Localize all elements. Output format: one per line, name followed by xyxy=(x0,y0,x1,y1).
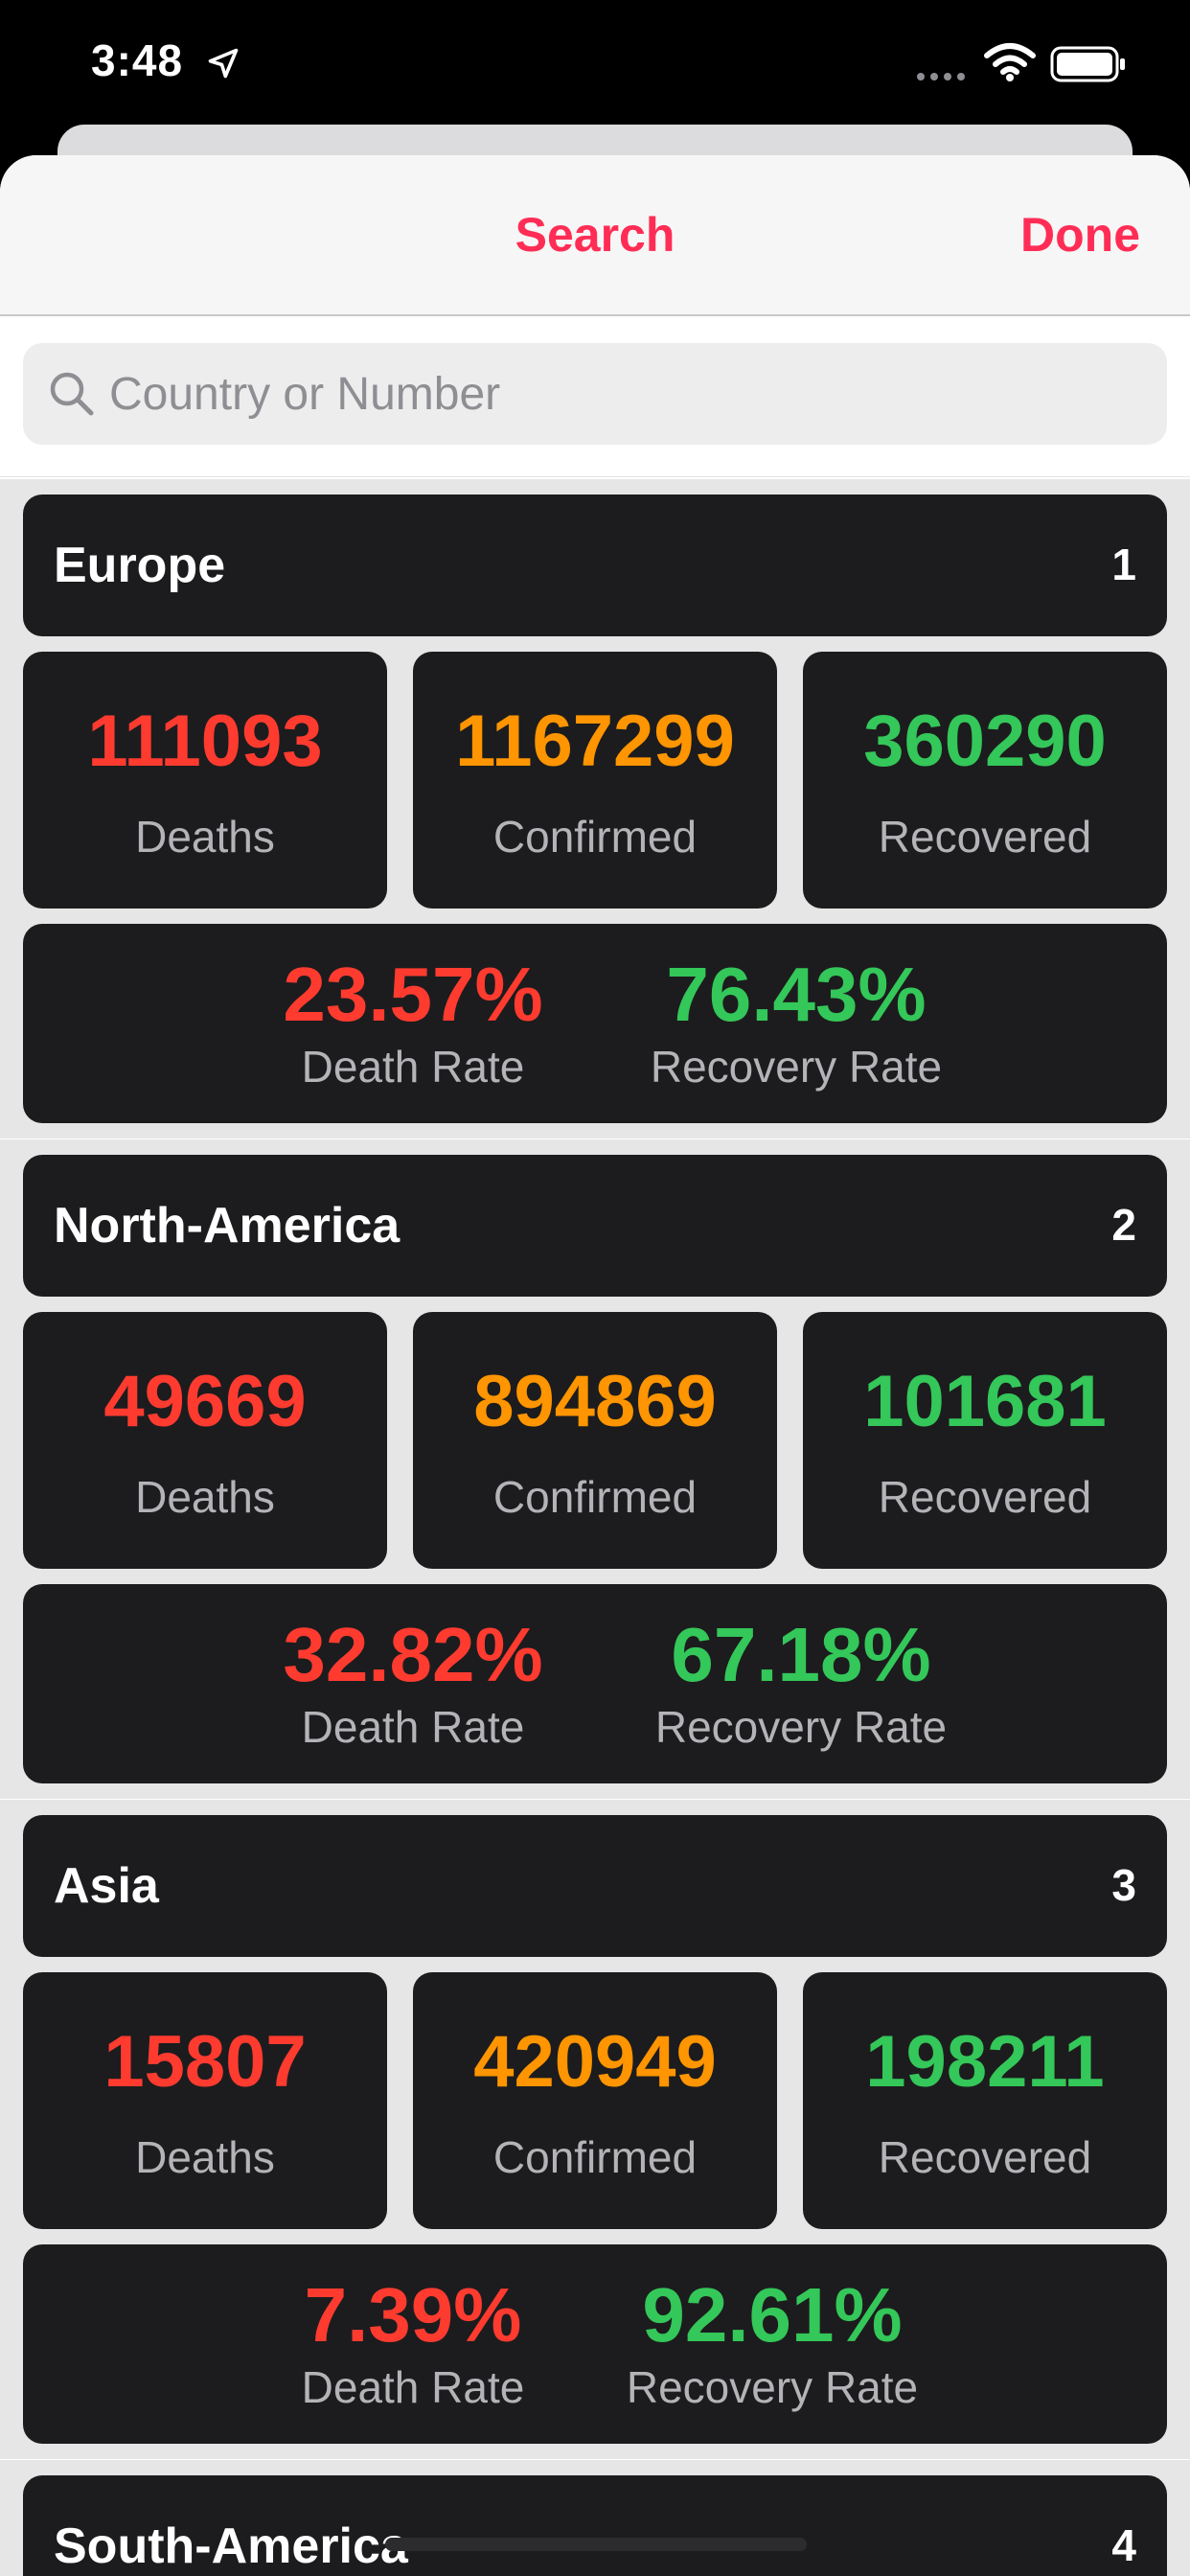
death-rate-label: Death Rate xyxy=(301,2362,525,2412)
rates-card: 32.82% Death Rate 67.18% Recovery Rate xyxy=(23,1584,1167,1783)
region-section-north-america: North-America 2 49669 Deaths 894869 Conf… xyxy=(0,1139,1190,1799)
cellular-signal-icon xyxy=(917,73,965,80)
rates-card: 7.39% Death Rate 92.61% Recovery Rate xyxy=(23,2244,1167,2444)
region-header[interactable]: South-America 4 xyxy=(23,2475,1167,2576)
death-rate-label: Death Rate xyxy=(301,1042,525,1092)
recovery-rate-block: 67.18% Recovery Rate xyxy=(624,1613,978,1753)
recovery-rate-label: Recovery Rate xyxy=(650,1042,943,1092)
battery-icon xyxy=(1050,46,1125,82)
recovered-label: Recovered xyxy=(878,1472,1092,1522)
home-indicator[interactable] xyxy=(385,2538,807,2551)
rates-card: 23.57% Death Rate 76.43% Recovery Rate xyxy=(23,924,1167,1123)
death-rate-label: Death Rate xyxy=(301,1702,525,1752)
region-header[interactable]: Europe 1 xyxy=(23,494,1167,636)
region-header[interactable]: Asia 3 xyxy=(23,1815,1167,1957)
deaths-card: 111093 Deaths xyxy=(23,652,387,908)
deaths-value: 15807 xyxy=(103,2021,307,2103)
recovery-rate-value: 76.43% xyxy=(666,952,927,1037)
nav-title: Search xyxy=(515,208,675,262)
confirmed-label: Confirmed xyxy=(492,1472,698,1522)
nav-bar: Search Done xyxy=(0,155,1190,316)
region-name: Asia xyxy=(54,1858,159,1914)
search-bar xyxy=(0,316,1190,477)
confirmed-label: Confirmed xyxy=(492,2132,698,2182)
done-button[interactable]: Done xyxy=(1020,207,1140,263)
confirmed-label: Confirmed xyxy=(492,812,698,862)
region-header[interactable]: North-America 2 xyxy=(23,1155,1167,1297)
status-time: 3:48 xyxy=(91,35,184,85)
recovery-rate-label: Recovery Rate xyxy=(654,1702,948,1752)
region-list[interactable]: Europe 1 111093 Deaths 1167299 Confirmed… xyxy=(0,479,1190,2576)
region-name: North-America xyxy=(54,1198,400,1254)
deaths-label: Deaths xyxy=(135,1472,275,1522)
deaths-value: 111093 xyxy=(87,701,323,782)
death-rate-value: 32.82% xyxy=(283,1612,543,1697)
region-section-asia: Asia 3 15807 Deaths 420949 Confirmed 198… xyxy=(0,1800,1190,2459)
deaths-card: 15807 Deaths xyxy=(23,1972,387,2229)
recovered-value: 198211 xyxy=(865,2021,1105,2103)
recovered-value: 360290 xyxy=(863,701,1107,782)
search-sheet: Search Done Europe 1 111093 Deaths 11672… xyxy=(0,155,1190,2576)
status-bar: 3:48 xyxy=(0,0,1190,125)
region-section-europe: Europe 1 111093 Deaths 1167299 Confirmed… xyxy=(0,479,1190,1138)
confirmed-card: 1167299 Confirmed xyxy=(413,652,777,908)
confirmed-value: 894869 xyxy=(473,1361,717,1442)
recovered-card: 360290 Recovered xyxy=(803,652,1167,908)
region-rank: 2 xyxy=(1111,1200,1136,1250)
death-rate-block: 32.82% Death Rate xyxy=(250,1613,576,1753)
confirmed-value: 1167299 xyxy=(455,701,735,782)
recovered-label: Recovered xyxy=(878,2132,1092,2182)
region-rank: 3 xyxy=(1111,1860,1136,1910)
recovered-card: 101681 Recovered xyxy=(803,1312,1167,1569)
deaths-label: Deaths xyxy=(135,2132,275,2182)
recovered-value: 101681 xyxy=(863,1361,1107,1442)
region-section-south-america: South-America 4 xyxy=(0,2460,1190,2576)
search-field[interactable] xyxy=(23,343,1167,445)
recovery-rate-value: 92.61% xyxy=(642,2272,903,2358)
deaths-label: Deaths xyxy=(135,812,275,862)
region-rank: 1 xyxy=(1111,540,1136,589)
confirmed-card: 894869 Confirmed xyxy=(413,1312,777,1569)
recovery-rate-value: 67.18% xyxy=(671,1612,931,1697)
death-rate-block: 7.39% Death Rate xyxy=(250,2273,576,2413)
recovery-rate-label: Recovery Rate xyxy=(626,2362,919,2412)
deaths-value: 49669 xyxy=(103,1361,307,1442)
deaths-card: 49669 Deaths xyxy=(23,1312,387,1569)
recovery-rate-block: 76.43% Recovery Rate xyxy=(614,953,978,1092)
death-rate-value: 7.39% xyxy=(304,2272,522,2358)
death-rate-block: 23.57% Death Rate xyxy=(250,953,576,1092)
search-icon xyxy=(50,372,94,416)
recovery-rate-block: 92.61% Recovery Rate xyxy=(595,2273,950,2413)
recovered-card: 198211 Recovered xyxy=(803,1972,1167,2229)
region-name: Europe xyxy=(54,538,226,593)
death-rate-value: 23.57% xyxy=(283,952,543,1037)
confirmed-card: 420949 Confirmed xyxy=(413,1972,777,2229)
wifi-icon xyxy=(984,43,1036,81)
recovered-label: Recovered xyxy=(878,812,1092,862)
region-name: South-America xyxy=(54,2518,408,2574)
location-arrow-icon xyxy=(208,48,239,79)
region-rank: 4 xyxy=(1111,2520,1136,2570)
search-input[interactable] xyxy=(109,362,1144,426)
confirmed-value: 420949 xyxy=(473,2021,717,2103)
